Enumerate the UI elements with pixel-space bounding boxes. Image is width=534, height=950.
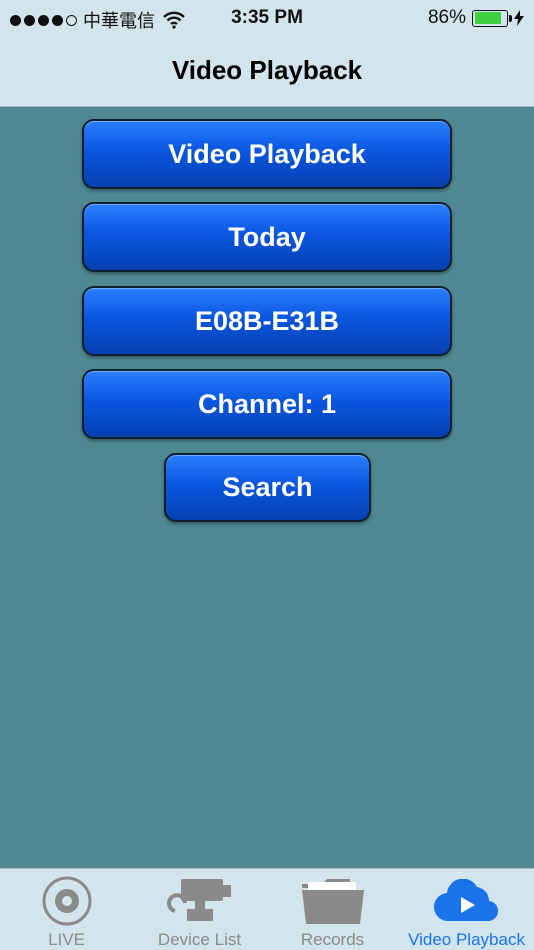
video-playback-button[interactable]: Video Playback [82,119,452,189]
tab-records[interactable]: Records [266,869,399,950]
top-bar: 中華電信 3:35 PM 86% Video Playback [0,0,534,107]
battery-percent: 86% [427,7,466,28]
tab-device-list[interactable]: Device List [133,869,266,950]
status-bar: 中華電信 3:35 PM 86% [0,0,534,36]
tab-label: Video Playback [408,930,525,949]
time-range-button[interactable]: E08B-E31B [82,286,452,356]
tab-label: Device List [157,930,242,949]
tab-bar: LIVE Device List Records Video Playback [0,868,534,950]
camera-icon [133,875,266,927]
live-icon [0,875,133,927]
status-right: 86% [428,7,524,29]
channel-button[interactable]: Channel: 1 [82,369,452,439]
charging-bolt-icon [514,10,524,26]
folder-icon [266,875,399,927]
cloud-play-icon [400,875,533,927]
tab-label: LIVE [48,930,85,949]
date-button[interactable]: Today [82,202,452,272]
page-title: Video Playback [171,55,363,85]
tab-label: Records [300,930,365,949]
tab-live[interactable]: LIVE [0,869,133,950]
search-button[interactable]: Search [164,453,371,522]
battery-icon [472,9,512,27]
tab-video-playback[interactable]: Video Playback [400,869,533,950]
